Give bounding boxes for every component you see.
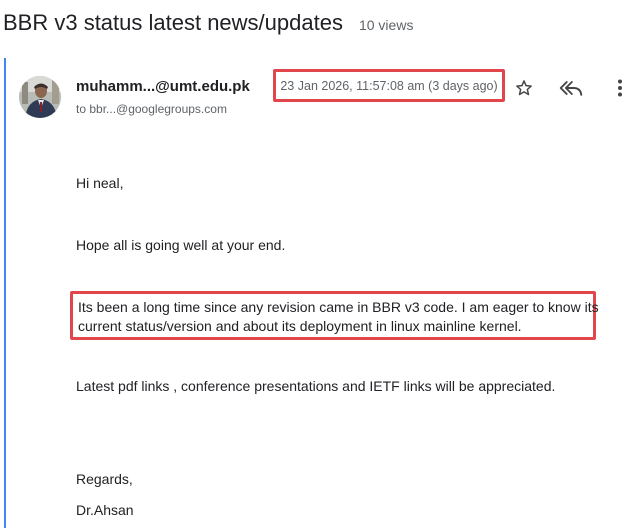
avatar[interactable]: [19, 76, 61, 118]
message-date: 23 Jan 2026, 11:57:08 am (3 days ago): [280, 78, 498, 93]
sender-address[interactable]: muhamm...@umt.edu.pk: [76, 78, 250, 95]
signature-text: Dr.Ahsan: [76, 502, 134, 518]
view-count: 10 views: [358, 17, 414, 33]
reply-all-icon: [559, 81, 583, 96]
body-line-3: Latest pdf links , conference presentati…: [76, 378, 556, 394]
star-outline-icon: [516, 80, 532, 96]
recipient-line: to bbr...@googlegroups.com: [76, 102, 227, 116]
thread-header: BBR v3 status latest news/updates 10 vie…: [3, 10, 413, 44]
highlighted-line-1: Its been a long time since any revision …: [78, 299, 599, 315]
body-highlight-box: Its been a long time since any revision …: [70, 291, 599, 340]
more-options-button[interactable]: [608, 76, 632, 100]
date-highlight-box: 23 Jan 2026, 11:57:08 am (3 days ago): [273, 69, 505, 102]
highlighted-line-2: current status/version and about its dep…: [78, 318, 522, 334]
highlighted-paragraph: Its been a long time since any revision …: [78, 298, 599, 336]
thread-left-rule: [4, 58, 6, 528]
greeting-text: Hi neal,: [76, 175, 124, 191]
reply-all-button[interactable]: [559, 76, 583, 100]
closing-text: Regards,: [76, 471, 133, 487]
thread-title: BBR v3 status latest news/updates: [3, 10, 343, 35]
body-line-1: Hope all is going well at your end.: [76, 237, 286, 253]
star-button[interactable]: [512, 76, 536, 100]
avatar-photo: [19, 76, 61, 118]
more-vert-icon: [618, 79, 622, 97]
